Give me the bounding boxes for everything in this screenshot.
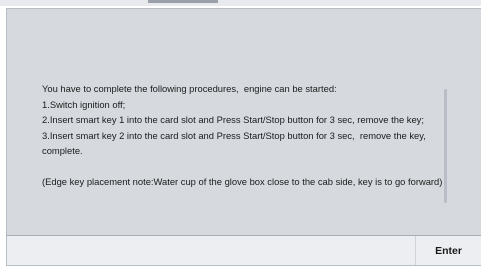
message-text: You have to complete the following proce…	[42, 83, 443, 187]
message-dialog: You have to complete the following proce…	[6, 8, 481, 266]
top-edge-strip	[0, 0, 481, 6]
message-scroll-region[interactable]: You have to complete the following proce…	[42, 81, 444, 207]
top-edge-indicator	[148, 0, 218, 3]
scrollbar-thumb[interactable]	[444, 89, 447, 203]
enter-button[interactable]: Enter	[415, 236, 481, 265]
scrollbar-track[interactable]	[444, 89, 447, 203]
button-bar: Enter	[7, 235, 481, 265]
message-area: You have to complete the following proce…	[7, 9, 481, 235]
